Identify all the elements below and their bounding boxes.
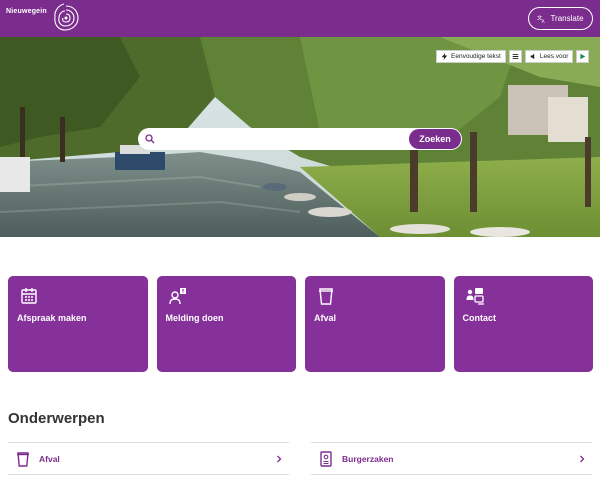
translate-icon: 文 A [537, 14, 546, 23]
chevron-right-icon [277, 455, 282, 462]
chevron-right-icon [580, 455, 585, 462]
play-icon [580, 53, 586, 60]
search-icon [145, 134, 155, 144]
simple-text-label: Eenvoudige tekst [451, 53, 501, 60]
translate-button[interactable]: 文 A Translate [528, 7, 593, 30]
section-title-onderwerpen: Onderwerpen [8, 410, 105, 427]
hero-banner: Eenvoudige tekst Lees voor Zoeken [0, 37, 600, 237]
menu-lines-icon [512, 53, 519, 60]
topic-label: Afval [39, 453, 60, 464]
tile-label: Contact [462, 313, 497, 323]
report-person-icon [168, 288, 186, 305]
search-button[interactable]: Zoeken [409, 129, 461, 149]
waste-bin-icon [319, 288, 333, 305]
contact-chat-icon [466, 288, 484, 305]
svg-text:A: A [542, 19, 546, 23]
read-aloud-menu-button[interactable] [508, 50, 522, 63]
tile-label: Afspraak maken [17, 313, 87, 323]
logo[interactable]: Nieuwegein [6, 2, 82, 34]
speaker-icon [530, 53, 535, 60]
topic-label: Burgerzaken [342, 453, 394, 464]
tile-melding-doen[interactable]: Melding doen [156, 276, 296, 372]
calendar-icon [21, 288, 37, 304]
tile-afval[interactable]: Afval [305, 276, 445, 372]
simple-text-button[interactable]: Eenvoudige tekst [436, 50, 506, 63]
logo-swirl-icon [54, 3, 79, 31]
translate-label: Translate [550, 14, 584, 23]
read-aloud-button[interactable]: Lees voor [524, 50, 574, 63]
tile-label: Afval [314, 313, 337, 323]
accessibility-toolbar: Eenvoudige tekst Lees voor [436, 50, 590, 63]
site-header: Nieuwegein 文 A Translate [0, 0, 600, 37]
logo-text: Nieuwegein [6, 8, 47, 15]
topic-afval[interactable]: Afval [8, 442, 289, 475]
lightning-icon [441, 53, 448, 60]
tile-label: Melding doen [165, 313, 224, 323]
quick-tasks: Afspraak maken Melding doen Afval Contac… [8, 276, 593, 372]
document-icon [320, 450, 332, 467]
search-bar: Zoeken [138, 128, 462, 150]
topic-burgerzaken[interactable]: Burgerzaken [311, 442, 592, 475]
waste-bin-icon [17, 451, 29, 467]
search-input[interactable] [160, 131, 400, 147]
tile-contact[interactable]: Contact [453, 276, 593, 372]
read-aloud-label: Lees voor [539, 53, 569, 60]
tile-afspraak-maken[interactable]: Afspraak maken [8, 276, 148, 372]
play-button[interactable] [576, 50, 590, 63]
